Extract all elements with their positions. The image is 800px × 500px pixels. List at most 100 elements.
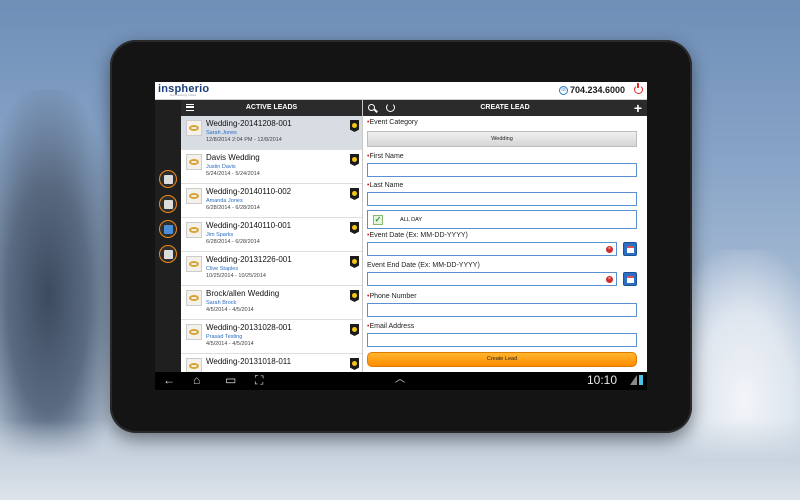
menu-icon[interactable]	[186, 104, 194, 111]
first-name-label: •First Name	[367, 153, 404, 160]
lead-title: Wedding-20131226-001	[206, 255, 292, 264]
lead-dates: 4/5/2014 - 4/5/2014	[206, 307, 254, 313]
all-day-row[interactable]: ✓ ALL DAY	[367, 210, 637, 229]
lead-list-item[interactable]: Brock/allen Wedding Sarah Brock 4/5/2014 -…	[181, 286, 362, 320]
create-lead-title: CREATE LEAD	[480, 104, 530, 111]
last-name-input[interactable]	[367, 192, 637, 206]
lead-list-item[interactable]: Wedding-20140110-002 Amanda Jones 6/28/201…	[181, 184, 362, 218]
chevron-up-icon[interactable]: ︿	[395, 373, 405, 387]
event-date-input[interactable]: ×	[367, 242, 617, 256]
wedding-rings-icon	[186, 358, 202, 372]
first-name-input[interactable]	[367, 163, 637, 177]
back-icon[interactable]: ←	[163, 373, 175, 387]
lead-contact: Clive Staples	[206, 266, 239, 272]
lead-contact: Justin Davis	[206, 164, 236, 170]
lead-title: Brock/allen Wedding	[206, 289, 280, 298]
active-leads-panel: ACTIVE LEADS Wedding-20141208-001 Sarah J…	[181, 100, 363, 372]
lead-title: Wedding-20131018-011	[206, 357, 292, 366]
lead-dates: 4/5/2014 - 4/5/2014	[206, 341, 254, 347]
all-day-checkbox[interactable]: ✓	[373, 215, 383, 225]
phone-icon: ☏	[558, 85, 568, 95]
system-clock[interactable]: 10:10	[587, 373, 617, 388]
create-lead-panel: CREATE LEAD + •Event Category Wedding •F…	[363, 100, 647, 372]
lead-title: Wedding-20140110-002	[206, 187, 292, 196]
lead-status-badge-icon	[350, 290, 359, 302]
lead-status-badge-icon	[350, 324, 359, 336]
signal-icon	[630, 375, 637, 385]
app-header: inspherio Connecting Lives ☏ 704.234.600…	[155, 82, 647, 100]
home-icon[interactable]: ⌂	[193, 373, 200, 387]
lead-title: Wedding-20131028-001	[206, 323, 292, 332]
home-icon	[163, 174, 173, 184]
wedding-rings-icon	[186, 188, 202, 204]
active-leads-header: ACTIVE LEADS	[181, 100, 362, 116]
create-lead-header: CREATE LEAD +	[363, 100, 647, 116]
status-icons[interactable]	[630, 375, 643, 385]
lead-list-item[interactable]: Wedding-20141208-001 Sarah Jones 12/8/2014…	[181, 116, 362, 150]
lead-list-item[interactable]: Wedding-20131226-001 Clive Staples 10/25/2…	[181, 252, 362, 286]
lead-list-item[interactable]: Wedding-20131028-001 Prasad Testing 4/5/20…	[181, 320, 362, 354]
refresh-icon[interactable]	[386, 103, 395, 112]
event-end-date-calendar-button[interactable]	[623, 272, 637, 286]
phone-number-input[interactable]	[367, 303, 637, 317]
wedding-rings-icon	[186, 154, 202, 170]
lead-contact: Amanda Jones	[206, 198, 243, 204]
phone-number-label: •Phone Number	[367, 293, 417, 300]
rail-calendar-button[interactable]	[159, 220, 177, 238]
lead-contact: Sarah Brock	[206, 300, 237, 306]
search-icon[interactable]	[368, 104, 375, 111]
wedding-rings-icon	[186, 120, 202, 136]
app-logo[interactable]: inspherio Connecting Lives	[158, 83, 209, 97]
recent-apps-icon[interactable]: ▭	[225, 373, 236, 387]
wedding-rings-icon	[186, 256, 202, 272]
calendar-icon	[627, 246, 634, 253]
all-day-label: ALL DAY	[400, 217, 423, 223]
power-icon[interactable]	[634, 83, 643, 94]
lead-status-badge-icon	[350, 222, 359, 234]
lead-list-item[interactable]: Wedding-20131018-011	[181, 354, 362, 372]
event-end-date-input[interactable]: ×	[367, 272, 617, 286]
clear-event-date-icon[interactable]: ×	[606, 245, 613, 253]
rail-events-button[interactable]	[159, 195, 177, 213]
rail-tasks-button[interactable]	[159, 245, 177, 263]
clipboard-icon	[163, 199, 173, 209]
email-address-label: •Email Address	[367, 323, 415, 330]
lead-contact: Sarah Jones	[206, 130, 237, 136]
phone-number: 704.234.6000	[569, 85, 625, 95]
lead-dates: 5/24/2014 - 5/24/2014	[206, 171, 260, 177]
lead-status-badge-icon	[350, 120, 359, 132]
lead-title: Wedding-20141208-001	[206, 119, 292, 128]
lead-list-item[interactable]: Davis Wedding Justin Davis 5/24/2014 - 5/2…	[181, 150, 362, 184]
lead-contact: Jim Sparks	[206, 232, 234, 238]
email-address-input[interactable]	[367, 333, 637, 347]
wedding-rings-icon	[186, 324, 202, 340]
event-date-calendar-button[interactable]	[623, 242, 637, 256]
wedding-rings-icon	[186, 222, 202, 238]
event-category-select[interactable]: Wedding	[367, 131, 637, 147]
add-lead-icon[interactable]: +	[634, 101, 642, 115]
rail-home-button[interactable]	[159, 170, 177, 188]
tablet-screen: inspherio Connecting Lives ☏ 704.234.600…	[155, 82, 647, 390]
wedding-rings-icon	[186, 290, 202, 306]
lead-list-item[interactable]: Wedding-20140110-001 Jim Sparks 6/28/2014 …	[181, 218, 362, 252]
event-end-date-label: Event End Date (Ex: MM-DD-YYYY)	[367, 262, 480, 269]
left-rail	[155, 100, 181, 372]
lead-dates: 6/28/2014 - 6/28/2014	[206, 205, 260, 211]
event-date-label: •Event Date (Ex: MM-DD-YYYY)	[367, 232, 468, 239]
screenshot-icon[interactable]: ⛶	[255, 373, 263, 387]
clear-event-end-date-icon[interactable]: ×	[606, 275, 613, 283]
create-lead-button[interactable]: Create Lead	[367, 352, 637, 367]
lead-dates: 6/28/2014 - 6/28/2014	[206, 239, 260, 245]
lead-status-badge-icon	[350, 188, 359, 200]
phone-contact[interactable]: ☏ 704.234.6000	[558, 85, 625, 95]
active-leads-title: ACTIVE LEADS	[245, 104, 298, 111]
system-navigation-bar: ← ⌂ ▭ ⛶ ︿ 10:10	[155, 372, 647, 390]
tablet-frame: inspherio Connecting Lives ☏ 704.234.600…	[110, 40, 692, 433]
lead-dates: 10/25/2014 - 10/25/2014	[206, 273, 266, 279]
lead-contact: Prasad Testing	[206, 334, 243, 340]
document-icon	[163, 249, 173, 259]
calendar-icon	[627, 276, 634, 283]
lead-status-badge-icon	[350, 154, 359, 166]
lead-title: Davis Wedding	[206, 153, 260, 162]
event-category-label: •Event Category	[367, 119, 418, 126]
